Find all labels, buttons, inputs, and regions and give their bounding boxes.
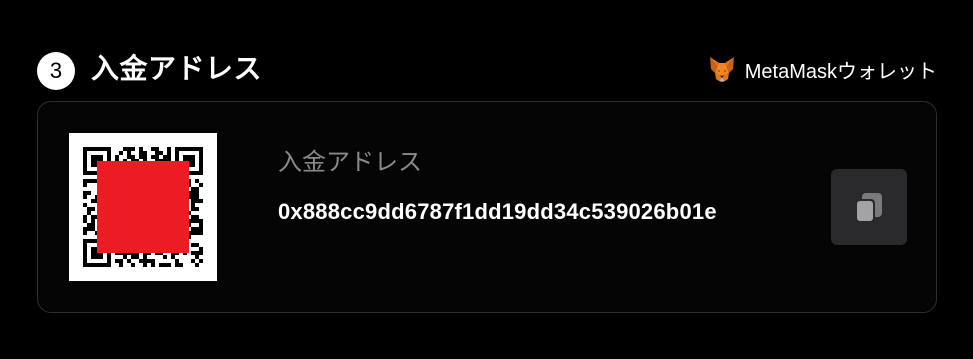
deposit-qr-code: [69, 133, 217, 281]
metamask-fox-icon: [709, 57, 734, 82]
qr-overlay: [97, 161, 189, 253]
step-number-badge: 3: [37, 52, 75, 90]
deposit-address-card: 入金アドレス 0x888cc9dd6787f1dd19dd34c539026b0…: [37, 101, 937, 313]
copy-address-button[interactable]: [831, 169, 907, 245]
deposit-address-value: 0x888cc9dd6787f1dd19dd34c539026b01e: [278, 199, 717, 224]
deposit-address-label: 入金アドレス: [278, 149, 422, 176]
copy-icon: [855, 193, 882, 223]
section-title: 入金アドレス: [91, 53, 263, 84]
section-header: 3 入金アドレス MetaMaskウォレット: [37, 49, 937, 90]
wallet-indicator: MetaMaskウォレット: [707, 54, 937, 84]
wallet-name: MetaMaskウォレット: [744, 60, 937, 83]
